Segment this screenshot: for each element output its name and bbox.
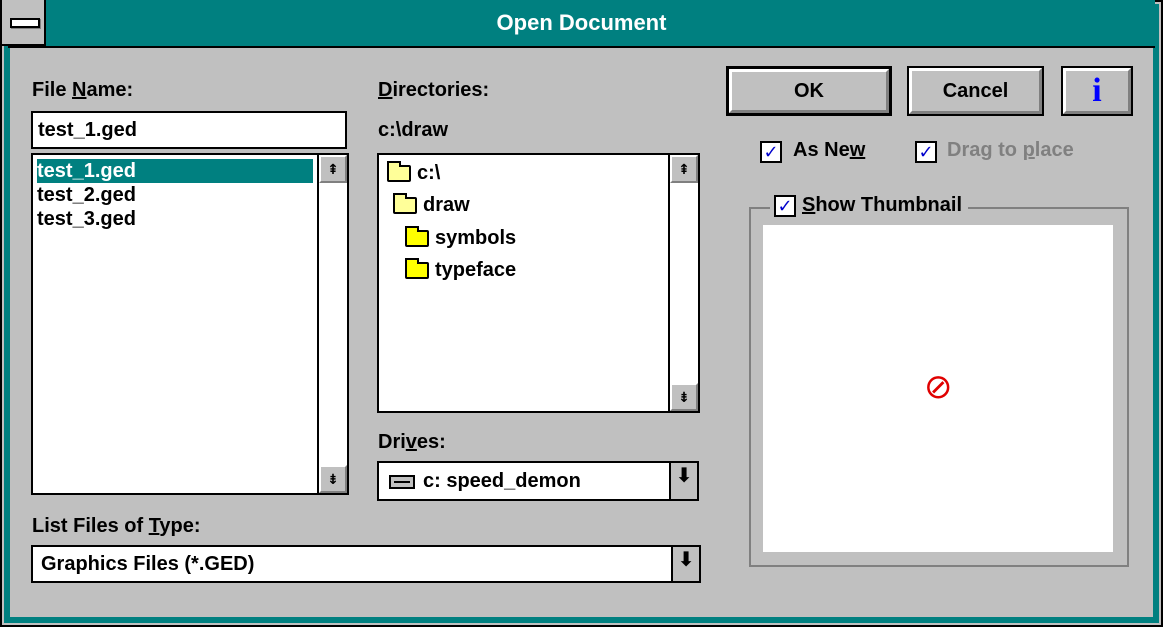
file-list[interactable]: test_1.ged test_2.ged test_3.ged ⇞ ⇟: [31, 153, 349, 495]
title-bar[interactable]: Open Document: [0, 0, 1155, 48]
file-type-select[interactable]: Graphics Files (*.GED) ⬇: [31, 545, 701, 583]
show-thumbnail-checkbox[interactable]: ✓: [774, 194, 796, 217]
folder-icon: [405, 258, 429, 280]
info-icon: i: [1092, 72, 1102, 109]
file-name-value: test_1.ged: [38, 119, 137, 141]
window-title: Open Document: [496, 10, 667, 35]
drives-select[interactable]: c: speed_demon ⬇: [377, 461, 699, 501]
folder-icon: [405, 226, 429, 248]
drag-to-place-checkbox[interactable]: ✓: [915, 141, 937, 163]
list-item[interactable]: test_1.ged: [37, 159, 313, 183]
drives-dropdown-button[interactable]: ⬇: [669, 463, 697, 499]
show-thumbnail-option[interactable]: ✓ Show Thumbnail: [770, 190, 968, 220]
chevron-down-icon: ⬇: [677, 549, 695, 571]
directories-label: Directories:: [378, 79, 490, 101]
cancel-button[interactable]: Cancel: [907, 66, 1044, 116]
as-new-label: As New: [793, 139, 866, 161]
folder-icon: [387, 161, 411, 183]
file-type-dropdown-button[interactable]: ⬇: [671, 547, 699, 581]
drives-value: c: speed_demon: [389, 470, 581, 493]
info-button[interactable]: i: [1061, 66, 1133, 116]
list-item[interactable]: test_3.ged: [37, 207, 136, 231]
thumbnail-preview: ⊘: [763, 225, 1113, 552]
directory-scrollbar[interactable]: ⇞ ⇟: [668, 155, 698, 411]
current-directory: c:\draw: [378, 119, 449, 141]
scroll-up-button[interactable]: ⇞: [670, 155, 698, 183]
directory-tree[interactable]: c:\ draw symbols typeface ⇞ ⇟: [377, 153, 700, 413]
tree-item-symbols[interactable]: symbols: [405, 226, 516, 250]
ok-button[interactable]: OK: [726, 66, 892, 116]
as-new-checkbox[interactable]: ✓: [760, 141, 782, 163]
file-type-label: List Files of Type:: [32, 515, 201, 537]
folder-icon: [393, 193, 417, 215]
file-list-scrollbar[interactable]: ⇞ ⇟: [317, 155, 347, 493]
drag-to-place-label: Drag to place: [947, 139, 1074, 161]
scroll-down-button[interactable]: ⇟: [670, 383, 698, 411]
scroll-down-button[interactable]: ⇟: [319, 465, 347, 493]
scroll-up-button[interactable]: ⇞: [319, 155, 347, 183]
tree-item-draw[interactable]: draw: [393, 193, 470, 217]
no-preview-icon: ⊘: [924, 368, 953, 406]
tree-item-root[interactable]: c:\: [387, 161, 440, 185]
file-type-value: Graphics Files (*.GED): [41, 553, 255, 575]
drives-label: Drives:: [378, 431, 446, 453]
list-item[interactable]: test_2.ged: [37, 183, 136, 207]
drive-icon: [389, 474, 415, 489]
file-name-label: File Name:: [32, 79, 134, 101]
tree-item-typeface[interactable]: typeface: [405, 258, 516, 282]
chevron-down-icon: ⬇: [675, 465, 693, 487]
file-name-input[interactable]: test_1.ged: [31, 111, 347, 149]
